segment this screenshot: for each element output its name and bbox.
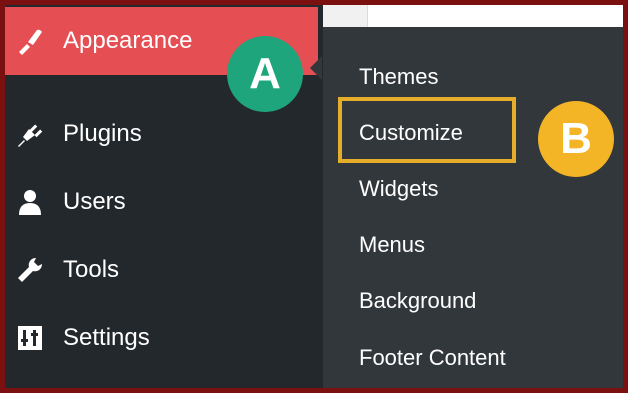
annotation-badge-a: A [227,36,303,112]
user-icon [15,187,45,217]
sidebar-item-settings[interactable]: Settings [5,304,318,372]
submenu-item-background[interactable]: Background [359,290,476,312]
sliders-icon [15,323,45,353]
plug-icon [15,119,45,149]
submenu-item-themes[interactable]: Themes [359,66,438,88]
sidebar-item-label: Tools [63,256,120,283]
wrench-icon [15,255,45,285]
screenshot-frame: Appearance Plugins Users Tools Settings … [0,0,628,393]
sidebar-item-tools[interactable]: Tools [5,236,318,304]
paintbrush-icon [15,26,45,56]
sidebar-item-label: Settings [63,324,150,351]
appearance-submenu: Themes Customize Widgets Menus Backgroun… [323,27,623,388]
sidebar-item-label: Plugins [63,120,142,147]
page-tab-edge [323,5,368,27]
active-menu-arrow [310,56,322,80]
sidebar-item-label: Users [63,188,126,215]
annotation-badge-b: B [538,101,614,177]
page-top-strip [323,5,623,27]
submenu-item-widgets[interactable]: Widgets [359,178,438,200]
submenu-item-menus[interactable]: Menus [359,234,425,256]
customize-highlight-box [338,97,516,163]
submenu-item-footer-content[interactable]: Footer Content [359,347,506,369]
sidebar-item-users[interactable]: Users [5,168,318,236]
sidebar-item-label: Appearance [63,27,193,54]
